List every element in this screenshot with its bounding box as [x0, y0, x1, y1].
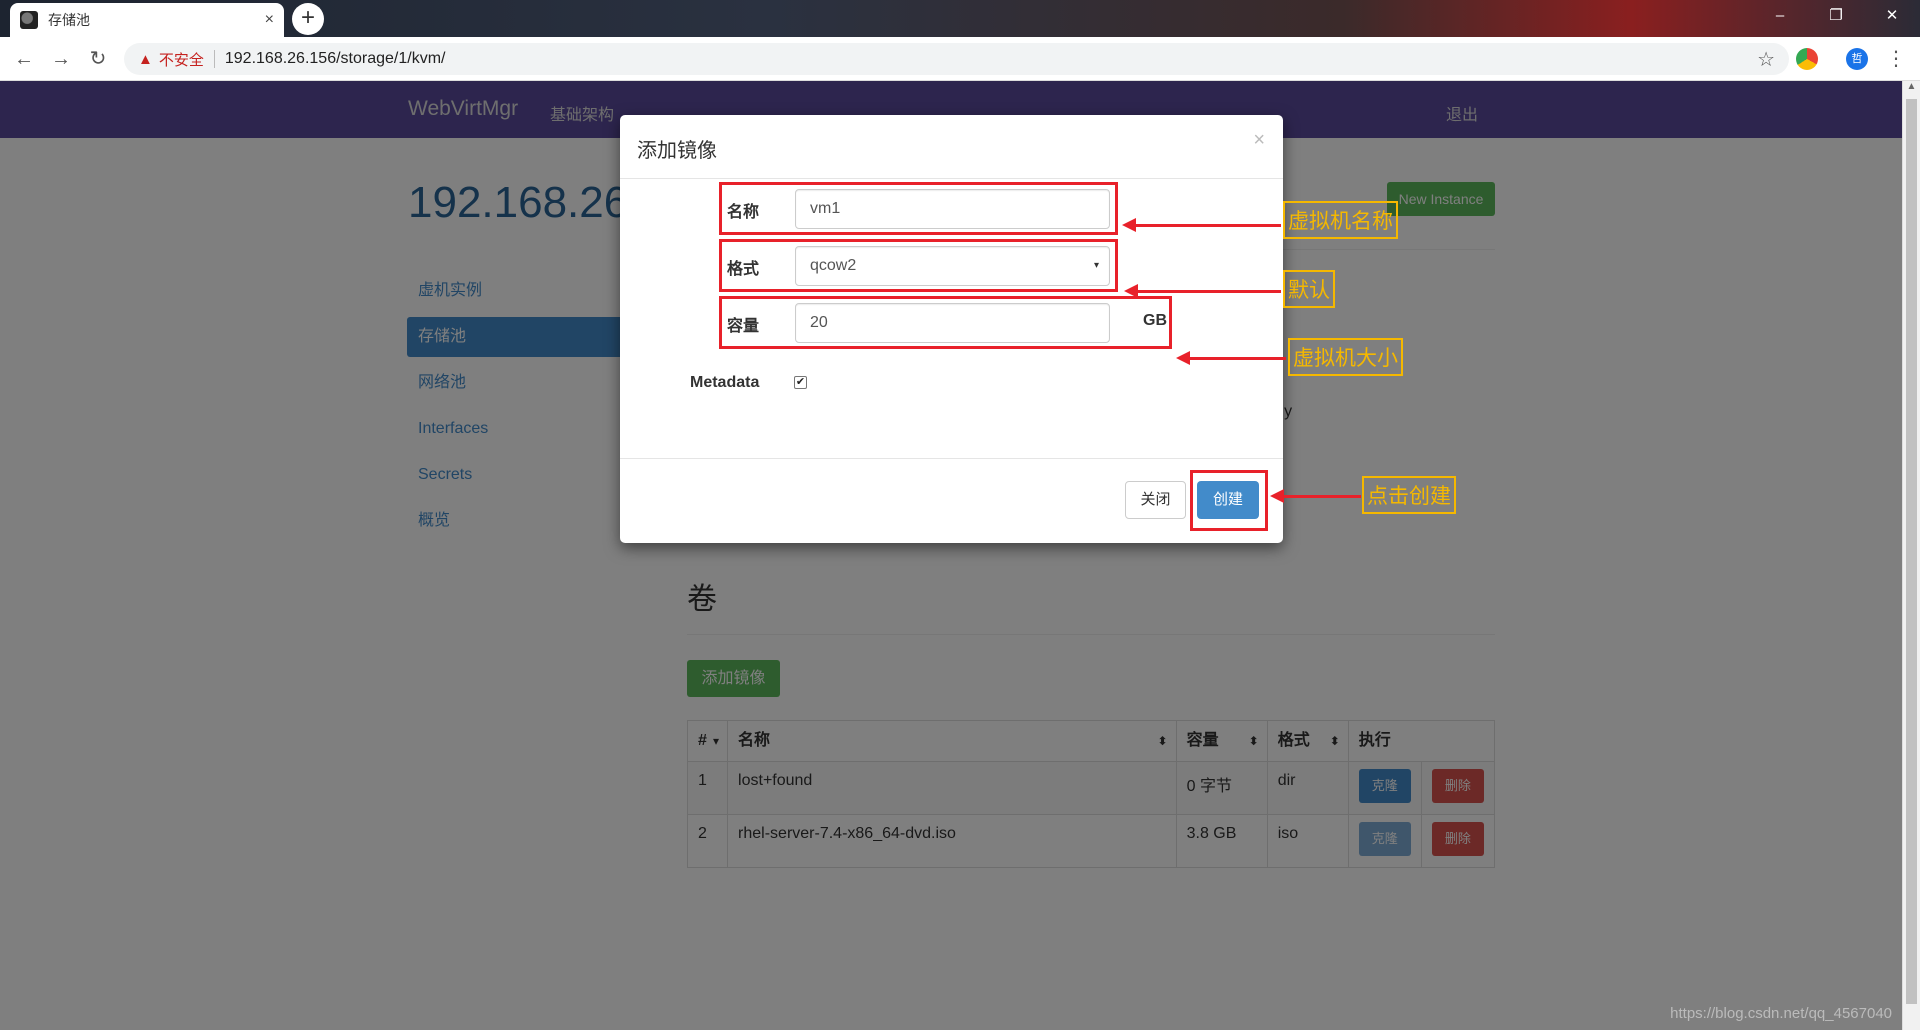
size-highlight-box — [719, 296, 1172, 349]
forward-button[interactable]: → — [47, 45, 75, 73]
address-divider — [213, 50, 215, 68]
name-highlight-box — [719, 182, 1118, 235]
browser-menu-icon[interactable]: ⋮ — [1882, 45, 1910, 73]
name-arrow-head-icon — [1122, 218, 1136, 232]
create-arrow-line — [1284, 495, 1361, 498]
tab-close-icon[interactable]: × — [265, 11, 274, 29]
size-arrow-head-icon — [1176, 351, 1190, 365]
close-button[interactable]: 关闭 — [1125, 481, 1186, 519]
not-secure-label[interactable]: 不安全 — [159, 49, 204, 70]
size-arrow-line — [1190, 357, 1286, 360]
format-callout: 默认 — [1283, 270, 1335, 308]
create-arrow-head-icon — [1270, 489, 1284, 503]
watermark-text: https://blog.csdn.net/qq_4567040 — [1670, 1005, 1892, 1022]
chrome-extension-icon[interactable] — [1796, 48, 1818, 70]
size-callout: 虚拟机大小 — [1288, 338, 1403, 376]
bookmark-star-icon[interactable]: ☆ — [1757, 47, 1775, 72]
modal-header: 添加镜像 × — [620, 115, 1283, 179]
reload-button[interactable]: ↻ — [84, 45, 112, 73]
restore-button[interactable]: ❐ — [1808, 0, 1864, 32]
format-highlight-box — [719, 239, 1118, 292]
name-arrow-line — [1136, 224, 1281, 227]
create-callout: 点击创建 — [1362, 476, 1456, 514]
tab-title: 存储池 — [48, 12, 90, 28]
create-highlight-box — [1190, 470, 1268, 531]
modal-title: 添加镜像 — [637, 140, 717, 162]
format-arrow-head-icon — [1124, 284, 1138, 298]
page-content: WebVirtMgr 基础架构 退出 192.168.26. New Insta… — [0, 81, 1902, 1030]
metadata-label: Metadata — [690, 374, 760, 391]
favicon-icon — [20, 11, 38, 29]
back-button[interactable]: ← — [10, 45, 38, 73]
scroll-up-icon[interactable]: ▲ — [1903, 81, 1920, 92]
new-tab-button[interactable]: + — [292, 3, 324, 35]
profile-avatar[interactable]: 哲 — [1846, 48, 1868, 70]
name-callout: 虚拟机名称 — [1283, 201, 1398, 239]
minimize-button[interactable]: – — [1752, 0, 1808, 32]
modal-footer-divider — [620, 458, 1283, 459]
window-close-button[interactable]: ✕ — [1864, 0, 1920, 32]
metadata-checkbox[interactable]: ✔ — [794, 376, 807, 389]
url-text[interactable]: 192.168.26.156/storage/1/kvm/ — [225, 50, 446, 68]
page-scrollbar[interactable]: ▲ — [1902, 81, 1920, 1030]
browser-tabstrip: 存储池 × + – ❐ ✕ — [0, 0, 1920, 37]
browser-toolbar: ← → ↻ ▲ 不安全 192.168.26.156/storage/1/kvm… — [0, 37, 1920, 81]
browser-tab[interactable]: 存储池 × — [10, 3, 284, 37]
scrollbar-thumb[interactable] — [1906, 99, 1917, 1004]
format-arrow-line — [1138, 290, 1281, 293]
not-secure-icon: ▲ — [138, 50, 153, 68]
modal-close-icon[interactable]: × — [1253, 129, 1265, 152]
address-bar[interactable]: ▲ 不安全 192.168.26.156/storage/1/kvm/ ☆ — [124, 43, 1789, 75]
add-image-modal: 添加镜像 × 名称 vm1 格式 qcow2 ▾ 容量 20 GB Metada… — [620, 115, 1283, 543]
